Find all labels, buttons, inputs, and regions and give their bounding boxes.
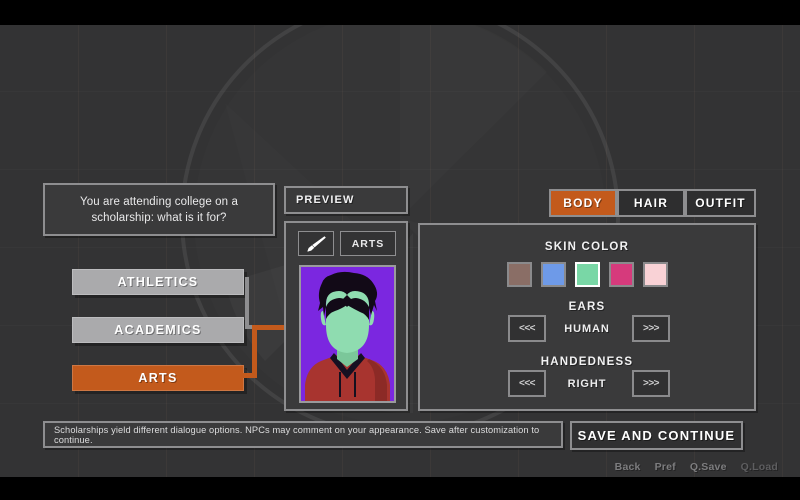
quick-menu-back[interactable]: Back [615,461,641,473]
quick-menu: Back Pref Q.Save Q.Load [615,461,778,473]
choice-button-academics[interactable]: ACADEMICS [72,317,244,343]
character-portrait [299,265,396,403]
skin-color-swatch-row [420,262,754,287]
quick-menu-qsave[interactable]: Q.Save [690,461,727,473]
handedness-label: HANDEDNESS [540,356,634,368]
quick-menu-pref[interactable]: Pref [655,461,676,473]
ears-next-button[interactable]: >>> [632,315,670,342]
skin-swatch-1[interactable] [540,262,566,287]
skin-swatch-4[interactable] [642,262,668,287]
letterbox-top [0,0,800,25]
question-box: You are attending college on a scholarsh… [43,183,275,236]
ears-value: HUMAN [564,323,610,335]
choice-label: ARTS [138,371,178,385]
connector-line-accent-to-preview [252,325,286,330]
question-text: You are attending college on a scholarsh… [80,195,238,224]
handedness-value: RIGHT [567,378,607,390]
game-screen: You are attending college on a scholarsh… [0,0,800,500]
choice-button-arts[interactable]: ARTS [72,365,244,391]
choice-label: ATHLETICS [117,275,199,289]
status-text: Scholarships yield different dialogue op… [54,424,540,445]
tab-hair[interactable]: HAIR [617,189,685,217]
chevron-right-icon: >>> [642,323,660,334]
paintbrush-button[interactable] [298,231,334,256]
preview-panel: ARTS [284,221,408,411]
choice-label: ACADEMICS [114,323,202,337]
playfield: You are attending college on a scholarsh… [0,25,800,477]
scholarship-tag: ARTS [340,231,396,256]
preview-header: PREVIEW [284,186,408,214]
status-bar: Scholarships yield different dialogue op… [43,421,563,448]
skin-swatch-0[interactable] [506,262,532,287]
save-and-continue-button[interactable]: SAVE AND CONTINUE [570,421,743,450]
tab-label: HAIR [633,196,669,210]
skin-swatch-2-selected[interactable] [574,262,600,287]
letterbox-bottom [0,477,800,500]
ears-label: EARS [568,301,606,313]
save-button-label: SAVE AND CONTINUE [577,428,736,443]
skin-color-label: SKIN COLOR [544,241,630,253]
tab-outfit[interactable]: OUTFIT [685,189,756,217]
options-panel: SKIN COLOR EARS <<< HUMAN >>> HANDEDNESS… [418,223,756,411]
paintbrush-icon [307,235,326,252]
tab-label: OUTFIT [695,196,746,210]
chevron-right-icon: >>> [642,378,660,389]
character-portrait-art [301,267,394,401]
preview-title: PREVIEW [296,194,355,206]
connector-line-gray-vertical [245,277,249,329]
tab-label: BODY [563,196,603,210]
quick-menu-qload[interactable]: Q.Load [741,461,778,473]
tab-body[interactable]: BODY [549,189,617,217]
choice-button-athletics[interactable]: ATHLETICS [72,269,244,295]
connector-line-accent-vertical [252,325,257,377]
scholarship-tag-label: ARTS [351,237,385,250]
skin-swatch-3[interactable] [608,262,634,287]
connector-line-accent-bottom [243,373,257,378]
handedness-next-button[interactable]: >>> [632,370,670,397]
